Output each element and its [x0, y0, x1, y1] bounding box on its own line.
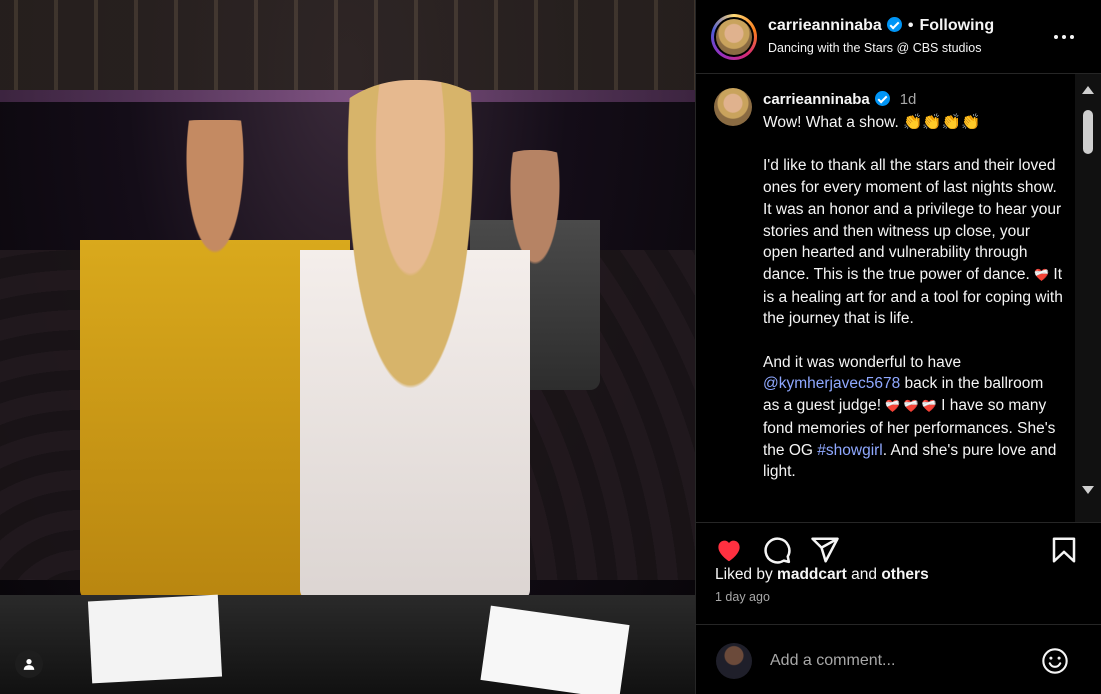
likes-summary: Liked by maddcart and others — [715, 566, 929, 584]
mending-heart-icon: ❤️‍🩹 — [1034, 267, 1050, 282]
comment-input[interactable] — [768, 651, 1022, 671]
location-link[interactable]: Dancing with the Stars @ CBS studios — [768, 41, 981, 55]
caption-line: And it was wonderful to have — [763, 353, 962, 371]
more-dot — [1054, 35, 1058, 39]
hashtag-link[interactable]: #showgirl — [817, 442, 882, 459]
scrollbar-thumb[interactable] — [1083, 110, 1093, 154]
mending-heart-icon: ❤️‍🩹 ❤️‍🩹 ❤️‍🩹 — [885, 399, 937, 414]
caption-text: Wow! What a show. 👏👏👏👏 I'd like to thank… — [763, 112, 1063, 483]
more-dot — [1062, 35, 1066, 39]
post-side-panel: carrieanninaba • Following Dancing with th… — [695, 0, 1101, 694]
header-username[interactable]: carrieanninaba — [768, 17, 882, 34]
more-dot — [1070, 35, 1074, 39]
caption-line: I'd like to thank all the stars and thei… — [763, 157, 1062, 283]
caption-header: carrieanninaba 1d — [763, 91, 916, 108]
current-user-avatar — [716, 643, 752, 679]
stage-truss — [0, 0, 695, 90]
scrollbar[interactable] — [1075, 74, 1101, 522]
story-ring[interactable] — [711, 14, 757, 60]
likes-and: and — [846, 566, 882, 583]
person-white-dress — [300, 80, 530, 600]
caption-paragraph: I'd like to thank all the stars and thei… — [763, 155, 1063, 330]
caption-area: carrieanninaba 1d Wow! What a show. 👏👏👏👏 … — [696, 74, 1076, 522]
verified-badge-icon — [886, 17, 902, 32]
verified-badge-icon — [874, 91, 890, 106]
action-bar — [696, 522, 1101, 572]
likes-prefix: Liked by — [715, 566, 778, 583]
post-timestamp[interactable]: 1 day ago — [715, 590, 770, 604]
post-header: carrieanninaba • Following Dancing with th… — [696, 0, 1101, 74]
mention-link[interactable]: @kymherjavec5678 — [763, 375, 900, 392]
bookmark-icon[interactable] — [1049, 535, 1079, 565]
separator-dot: • — [907, 17, 914, 34]
caption-username[interactable]: carrieanninaba — [763, 91, 870, 108]
caption-line: Wow! What a show. 👏👏👏👏 — [763, 114, 981, 131]
avatar[interactable] — [716, 19, 752, 55]
comment-icon[interactable] — [762, 535, 792, 565]
comment-bar — [696, 624, 1101, 694]
caption-time: 1d — [899, 91, 917, 108]
caption-avatar[interactable] — [714, 88, 752, 126]
like-heart-icon[interactable] — [714, 535, 744, 565]
more-options-icon[interactable] — [1054, 28, 1078, 46]
following-button[interactable]: Following — [919, 17, 994, 34]
share-send-icon[interactable] — [810, 535, 840, 565]
liked-others-link[interactable]: others — [881, 566, 928, 583]
liked-user-link[interactable]: maddcart — [777, 566, 847, 583]
caption-paragraph: Wow! What a show. 👏👏👏👏 — [763, 112, 1063, 134]
emoji-icon[interactable] — [1041, 647, 1069, 675]
header-user-line: carrieanninaba • Following — [768, 17, 994, 35]
post-photo[interactable] — [0, 0, 695, 694]
person-icon — [23, 659, 35, 670]
scroll-up-arrow-icon[interactable] — [1082, 86, 1094, 94]
caption-paragraph: And it was wonderful to have @kymherjave… — [763, 352, 1063, 483]
avatar-ring-gap — [714, 17, 754, 57]
tagged-users-button[interactable] — [15, 650, 43, 678]
scroll-down-arrow-icon[interactable] — [1082, 486, 1094, 494]
paper-sheet — [87, 594, 223, 684]
